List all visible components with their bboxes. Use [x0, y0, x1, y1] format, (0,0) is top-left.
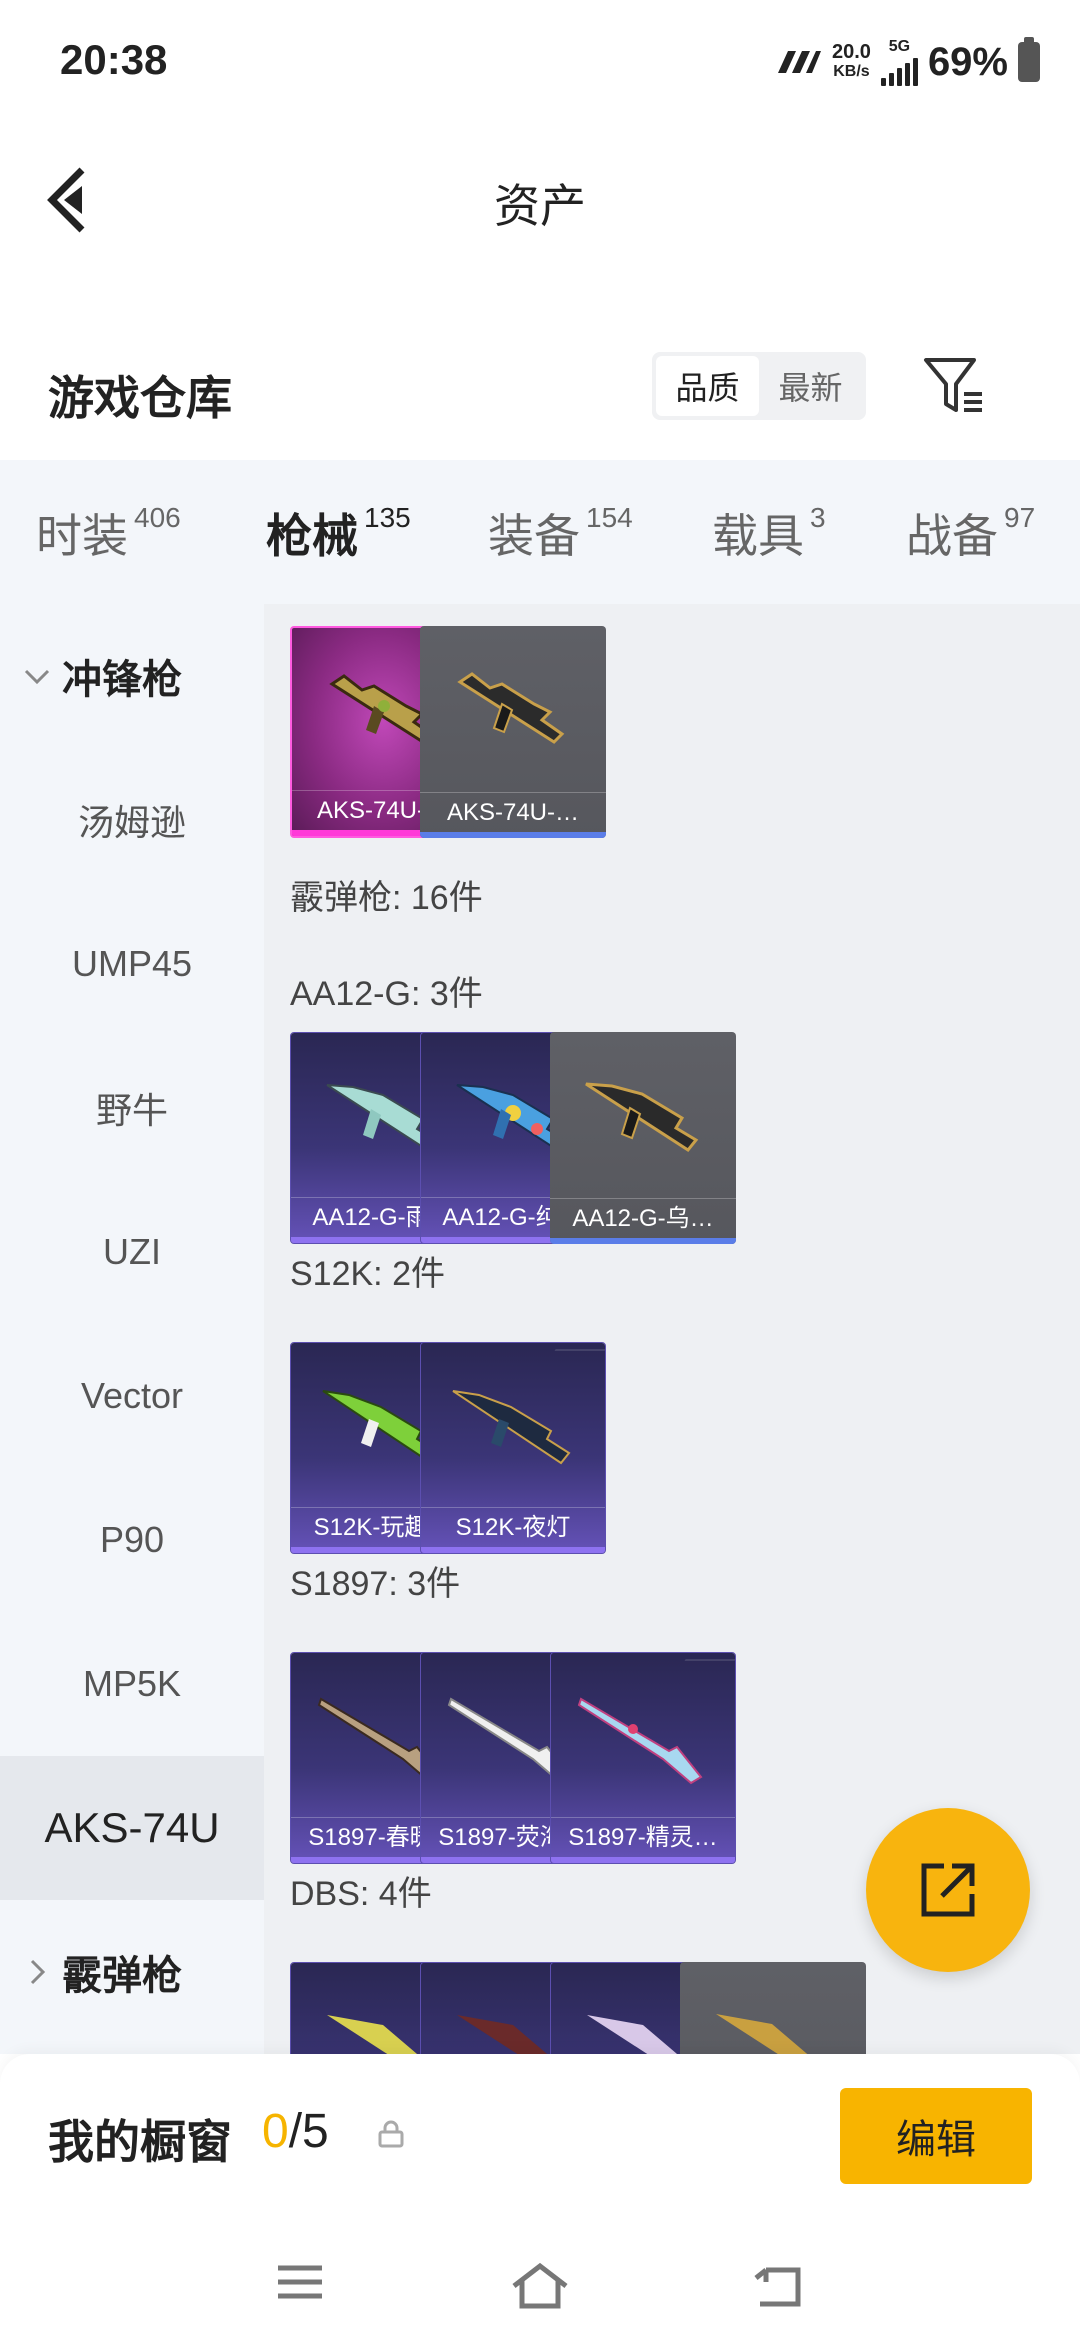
sort-quality-option[interactable]: 品质: [656, 356, 759, 416]
tab-label: 时装: [36, 510, 128, 562]
sidebar-group-label: 冲锋枪: [62, 658, 182, 702]
tab-count: 406: [134, 502, 181, 533]
gun-image-icon: [716, 2014, 808, 2054]
weapon-name: AA12-G-乌…: [550, 1198, 736, 1238]
sidebar-item-vector[interactable]: Vector: [0, 1324, 264, 1468]
page-title: 资产: [494, 180, 586, 232]
showcase-used: 0: [262, 2105, 289, 2158]
tab-count: 135: [364, 502, 411, 533]
warehouse-title: 游戏仓库: [48, 372, 232, 424]
sidebar-item-thompson[interactable]: 汤姆逊: [0, 748, 264, 892]
tab-label: 载具: [712, 510, 804, 562]
showcase-total: /5: [288, 2105, 329, 2158]
tab-guns[interactable]: 枪械 135: [266, 500, 411, 617]
showcase-count: 0/5: [262, 2104, 329, 2159]
sidebar-item-ump45[interactable]: UMP45: [0, 892, 264, 1036]
menu-icon[interactable]: [274, 2262, 326, 2302]
sidebar-group-label: 霰弹枪: [62, 1954, 182, 1998]
sidebar-item-mp5k[interactable]: MP5K: [0, 1612, 264, 1756]
gun-image-icon: [457, 672, 565, 744]
net-speed-value: 20.0: [832, 41, 871, 63]
cell-signal: 5G: [880, 38, 918, 86]
network-type: 5G: [888, 38, 911, 55]
chevron-down-icon: [24, 669, 50, 685]
tab-fashion[interactable]: 时装 406: [36, 500, 181, 566]
system-nav-bar: [0, 2216, 1080, 2344]
status-bar: 20:38 20.0 KB/s 5G 69%: [0, 0, 1080, 120]
share-fab-button[interactable]: [866, 1808, 1030, 1972]
weapon-name: AKS-74U-…: [420, 792, 606, 832]
weapon-card[interactable]: S1897-精灵…: [550, 1652, 736, 1864]
tab-count: 97: [1004, 502, 1036, 533]
signal-icon: [880, 56, 918, 86]
weapon-card[interactable]: AKS-74U-…: [420, 626, 606, 838]
net-speed-unit: KB/s: [833, 63, 870, 80]
gun-image-icon: [577, 1697, 703, 1785]
gun-image-icon: [452, 1390, 571, 1465]
net-speed: 20.0 KB/s: [832, 42, 871, 82]
status-icons: 20.0 KB/s 5G 69%: [776, 37, 1040, 86]
share-external-icon: [921, 1863, 975, 1917]
sidebar-item-uzi[interactable]: UZI: [0, 1180, 264, 1324]
weapon-name: S1897-精灵…: [551, 1817, 735, 1857]
shotgun-section-count: 霰弹枪: 16件: [290, 879, 483, 917]
tab-supplies[interactable]: 战备 97: [906, 500, 1035, 566]
sidebar-item-p90[interactable]: P90: [0, 1468, 264, 1612]
weapon-card[interactable]: AA12-G-乌…: [550, 1032, 736, 1244]
tab-label: 战备: [906, 510, 998, 562]
sidebar-group-shotgun[interactable]: 霰弹枪: [0, 1900, 264, 2044]
lock-icon: [378, 2120, 404, 2148]
tab-equipment[interactable]: 装备 154: [488, 500, 633, 566]
tab-count: 154: [586, 502, 633, 533]
edit-button[interactable]: 编辑: [840, 2088, 1032, 2184]
sidebar-item-bizon[interactable]: 野牛: [0, 1036, 264, 1180]
weapon-card[interactable]: [680, 1962, 866, 2054]
back-nav-icon[interactable]: [752, 2262, 804, 2310]
tab-label: 枪械: [266, 510, 358, 562]
s1897-section-header: S1897: 3件: [290, 1565, 461, 1603]
gun-image-icon: [585, 1082, 699, 1152]
sidebar-group-smg[interactable]: 冲锋枪: [0, 604, 264, 748]
status-time: 20:38: [60, 36, 168, 83]
showcase-bar: 我的橱窗 0/5 编辑: [0, 2054, 1080, 2216]
showcase-label: 我的橱窗: [48, 2116, 232, 2168]
tab-label: 装备: [488, 510, 580, 562]
weapon-name: S12K-夜灯: [421, 1507, 605, 1547]
dbs-section-header: DBS: 4件: [290, 1875, 432, 1913]
tab-count: 3: [810, 502, 826, 533]
sort-toggle: 品质 最新: [652, 352, 866, 420]
battery-icon: [1018, 37, 1040, 82]
weapon-category-sidebar: 冲锋枪 汤姆逊 UMP45 野牛 UZI Vector P90 MP5K AKS…: [0, 604, 264, 2054]
weapon-card[interactable]: S12K-夜灯: [420, 1342, 606, 1554]
sidebar-item-aks74u[interactable]: AKS-74U: [0, 1756, 264, 1900]
chevron-right-icon: [30, 1959, 46, 1985]
sort-newest-option[interactable]: 最新: [759, 356, 862, 416]
category-tabs: 时装 406 枪械 135 装备 154 载具 3 战备 97: [0, 460, 1080, 617]
warehouse-header: 游戏仓库 品质 最新: [0, 340, 1080, 450]
carrier-icon: [778, 51, 821, 73]
filter-icon[interactable]: [920, 354, 986, 420]
app-header: 资产: [0, 120, 1080, 280]
s12k-section-header: S12K: 2件: [290, 1255, 445, 1293]
battery-percent: 69%: [927, 39, 1008, 84]
aa12-section-header: AA12-G: 3件: [290, 975, 483, 1013]
home-icon[interactable]: [510, 2262, 570, 2310]
tab-vehicles[interactable]: 载具 3: [712, 500, 826, 566]
